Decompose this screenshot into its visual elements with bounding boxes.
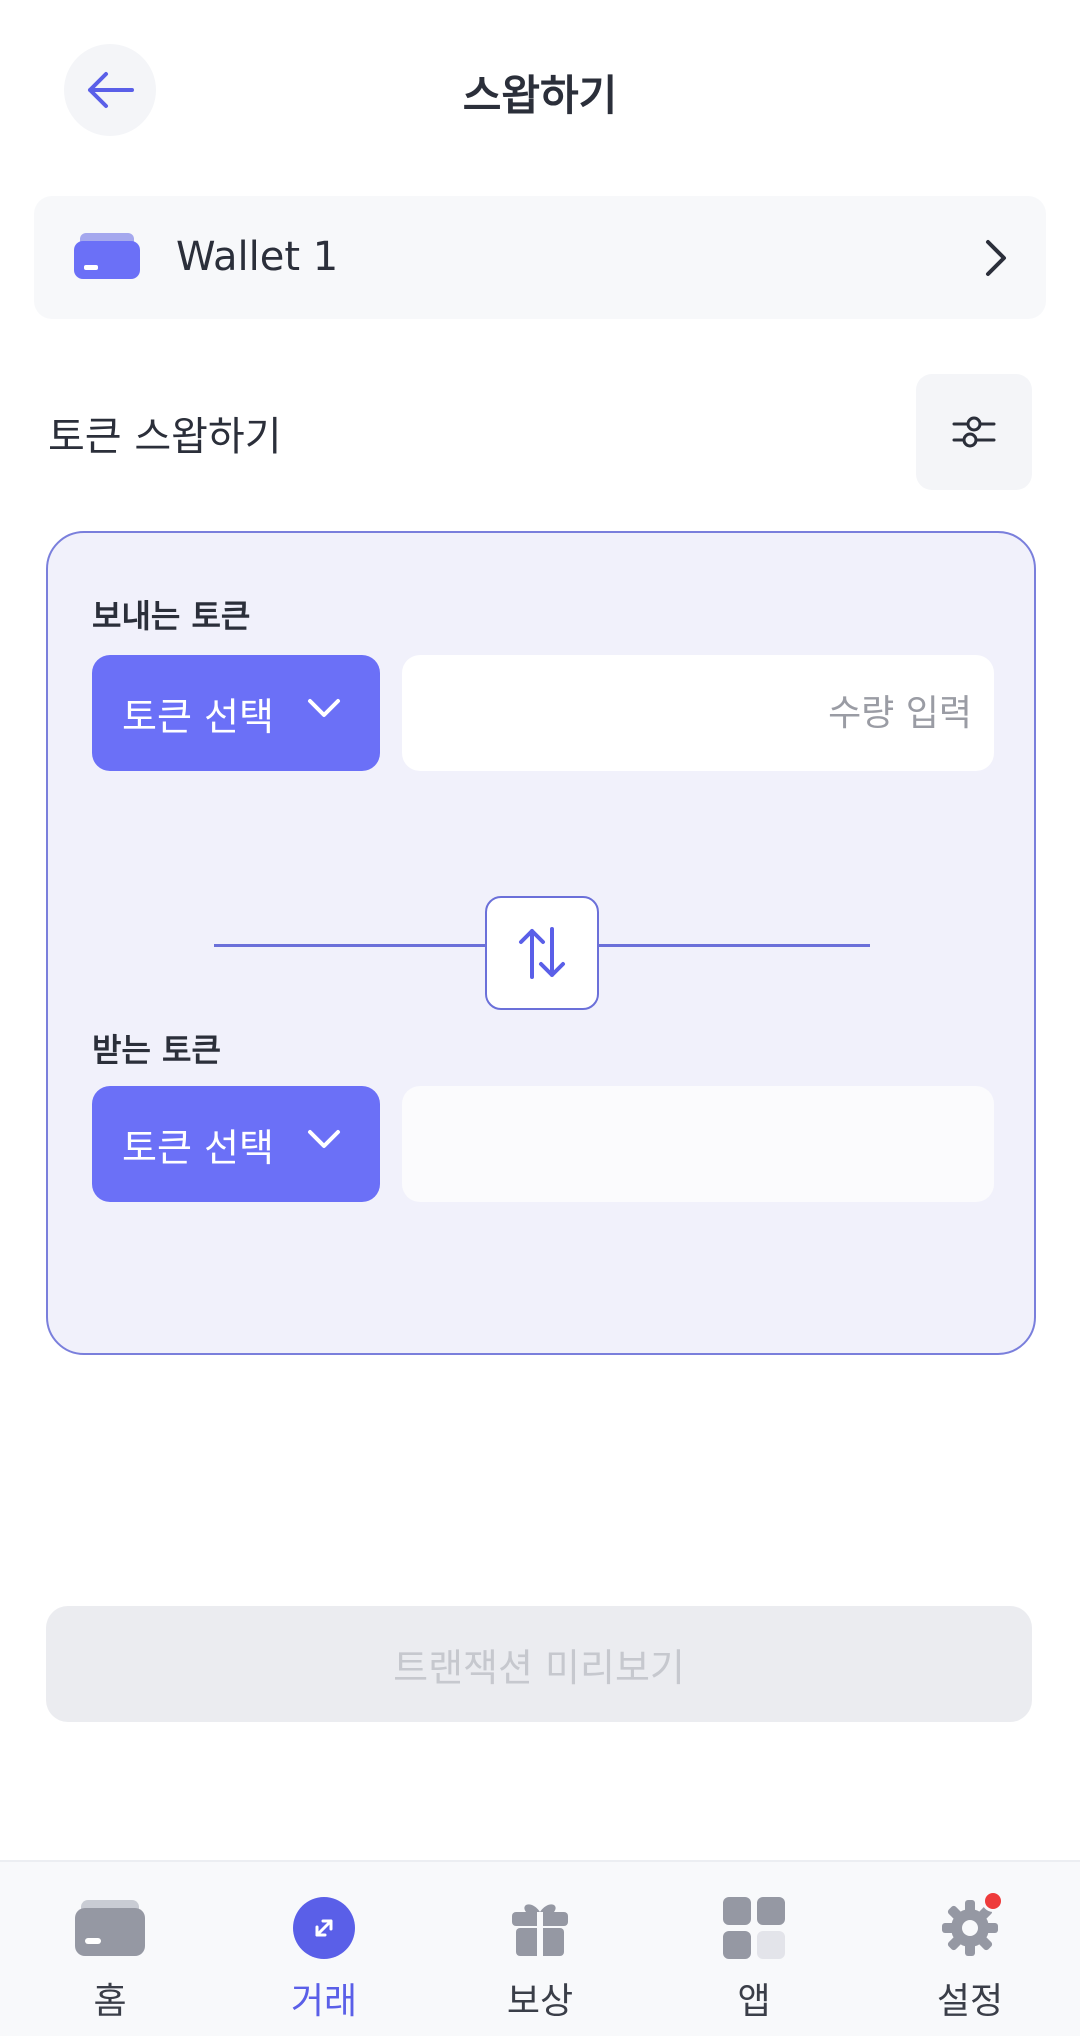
wallet-name: Wallet 1: [176, 234, 339, 280]
receive-token-label: 받는 토큰: [92, 1031, 221, 1069]
tab-rewards-label: 보상: [506, 1981, 574, 2022]
tab-settings[interactable]: 설정: [870, 1862, 1070, 2036]
tab-apps[interactable]: 앱: [654, 1862, 854, 2036]
page-title: 스왑하기: [462, 71, 618, 120]
send-token-label: 보내는 토큰: [92, 597, 251, 635]
tab-home[interactable]: 홈: [10, 1862, 210, 2036]
receive-token-select-button[interactable]: 토큰 선택: [92, 1086, 380, 1202]
tab-rewards[interactable]: 보상: [440, 1862, 640, 2036]
swap-card: 보내는 토큰 토큰 선택 받는 토큰 토큰 선택: [46, 531, 1036, 1355]
trade-icon: [293, 1897, 355, 1959]
wallet-icon: [75, 1900, 145, 1956]
gift-icon: [512, 1904, 568, 1956]
swap-settings-button[interactable]: [916, 374, 1032, 490]
header: 스왑하기: [0, 0, 1080, 180]
switch-tokens-button[interactable]: [485, 896, 599, 1010]
tab-apps-label: 앱: [737, 1981, 771, 2022]
chevron-down-icon: [308, 1130, 340, 1148]
swap-vertical-icon: [519, 927, 565, 979]
swap-divider-right: [599, 944, 870, 947]
tab-trade-label: 거래: [290, 1981, 358, 2022]
send-token-select-label: 토큰 선택: [122, 694, 274, 739]
notification-badge: [982, 1890, 1004, 1912]
apps-grid-icon: [723, 1897, 785, 1959]
receive-amount-field: [402, 1086, 994, 1202]
send-amount-input[interactable]: [402, 655, 994, 771]
wallet-selector[interactable]: Wallet 1: [34, 196, 1046, 319]
wallet-icon: [74, 233, 140, 279]
chevron-down-icon: [308, 699, 340, 717]
section-title: 토큰 스왑하기: [48, 414, 282, 460]
receive-token-select-label: 토큰 선택: [122, 1125, 274, 1170]
chevron-right-icon: [986, 240, 1006, 276]
bottom-tab-bar: 홈 거래 보상 앱 설정: [0, 1860, 1080, 2036]
tab-settings-label: 설정: [936, 1981, 1004, 2022]
transaction-preview-button[interactable]: 트랜잭션 미리보기: [46, 1606, 1032, 1722]
tab-home-label: 홈: [93, 1981, 127, 2022]
swap-divider-left: [214, 944, 485, 947]
tab-trade[interactable]: 거래: [224, 1862, 424, 2036]
send-token-select-button[interactable]: 토큰 선택: [92, 655, 380, 771]
sliders-icon: [952, 416, 996, 448]
